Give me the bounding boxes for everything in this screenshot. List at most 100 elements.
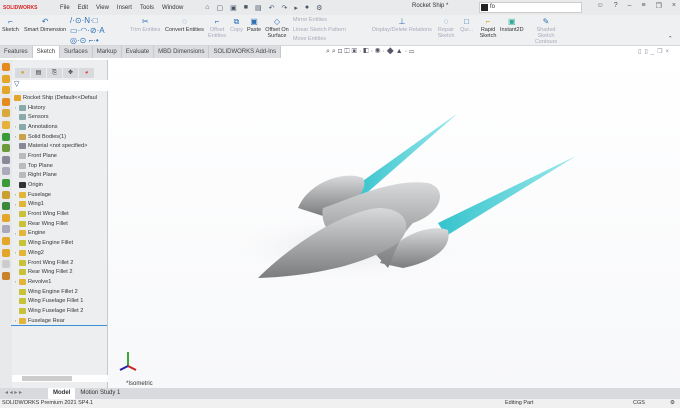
feature-icon[interactable] [2, 202, 10, 211]
graphics-area[interactable]: *Isometric [108, 58, 680, 388]
feature-icon[interactable] [2, 213, 10, 222]
paste-button[interactable]: ▣ Paste [247, 17, 261, 33]
tree-item[interactable]: Front Plane [12, 151, 108, 161]
help-icon[interactable]: ? [614, 2, 618, 10]
tab-solidworks-add-ins[interactable]: SOLIDWORKS Add-Ins [209, 46, 282, 58]
feature-icon[interactable] [2, 248, 10, 257]
tree-item[interactable]: Wing Fuselage Fillet 2 [12, 306, 108, 316]
tab-features[interactable]: Features [0, 46, 33, 58]
tab-sketch[interactable]: Sketch [32, 46, 61, 58]
tree-item[interactable]: › Wing1 [12, 200, 108, 210]
status-options-icon[interactable]: ⚙ [670, 399, 675, 408]
tree-item[interactable]: › Annotations [12, 122, 108, 132]
menu-file[interactable]: File [60, 5, 70, 11]
expand-icon[interactable]: › [12, 231, 19, 236]
tree-root[interactable]: Rocket Ship (Default<<Defaul [12, 93, 108, 103]
menu-insert[interactable]: Insert [117, 5, 132, 11]
tree-item[interactable]: Sensors [12, 112, 108, 122]
feature-icon[interactable] [2, 271, 10, 280]
offset-on-surface-button[interactable]: ◇ Offset On Surface [264, 17, 290, 39]
tree-item[interactable]: Right Plane [12, 171, 108, 181]
display-delete-relations-button[interactable]: ⊥ Display/Delete Relations [372, 17, 432, 33]
menu-edit[interactable]: Edit [78, 5, 88, 11]
search-input[interactable]: fo [479, 2, 582, 13]
user-icon[interactable]: ☺ [597, 2, 604, 10]
minimize-icon[interactable]: – [628, 2, 632, 10]
feature-icon[interactable] [2, 190, 10, 199]
instant2d-button[interactable]: ▣ Instant2D [500, 17, 524, 33]
slot-icon[interactable]: ◎·⊙ ⌐·• [70, 36, 99, 45]
expand-icon[interactable]: › [12, 202, 19, 207]
tree-item[interactable]: › Fuselage [12, 190, 108, 200]
feature-manager-tab[interactable]: ● [15, 68, 30, 78]
expand-icon[interactable]: › [12, 134, 19, 139]
rectangle-icon[interactable]: ▭·◠·⊘·A [70, 26, 105, 35]
menu-window[interactable]: Window [162, 5, 183, 11]
feature-icon[interactable] [2, 155, 10, 164]
expand-icon[interactable]: › [12, 318, 19, 323]
units-selector[interactable]: CGS [633, 399, 645, 408]
convert-entities-button[interactable]: ◌ Convert Entities [165, 17, 204, 33]
save-icon[interactable]: ■ [244, 4, 248, 12]
smart-dimension-button[interactable]: ↶ Smart Dimension [24, 17, 66, 33]
tree-item[interactable]: Rear Wing Fillet 2 [12, 267, 108, 277]
expand-icon[interactable]: › [12, 192, 19, 197]
sketch-entities-group[interactable]: /·⊙·N·□ ▭·◠·⊘·A ◎·⊙ ⌐·• [70, 16, 105, 46]
tree-item[interactable]: Wing Engine Fillet [12, 238, 108, 248]
tree-item[interactable]: Front Wing Fillet 2 [12, 258, 108, 268]
tab-surfaces[interactable]: Surfaces [60, 46, 93, 58]
expand-icon[interactable]: › [12, 279, 19, 284]
rapid-sketch-button[interactable]: ⌐ Rapid Sketch [479, 17, 497, 39]
tab-mbd-dimensions[interactable]: MBD Dimensions [154, 46, 210, 58]
filter-icon[interactable]: ▽ [12, 80, 108, 91]
tab-navigation-arrows[interactable]: ◂ ◂ ▸ ▸ [0, 388, 48, 399]
open-icon[interactable]: ▣ [230, 4, 237, 12]
tree-item[interactable]: › Wing2 [12, 248, 108, 258]
expand-icon[interactable]: › [12, 250, 19, 255]
sketch-button[interactable]: ⌐ Sketch [2, 17, 19, 33]
configuration-manager-tab[interactable]: ⎘ [47, 68, 62, 78]
menu-tools[interactable]: Tools [140, 5, 154, 11]
tree-item[interactable]: › Revolve1 [12, 277, 108, 287]
dimxpert-tab[interactable]: ✥ [63, 68, 78, 78]
menu-view[interactable]: View [96, 5, 109, 11]
feature-icon[interactable] [2, 144, 10, 153]
feature-icon[interactable] [2, 167, 10, 176]
tree-item[interactable]: › History [12, 103, 108, 113]
quick-snaps-button[interactable]: □ Qui... [460, 17, 473, 33]
tree-item[interactable]: Wing Fuselage Fillet 1 [12, 296, 108, 306]
options-icon[interactable]: ⚙ [316, 4, 322, 12]
mirror-entities-button[interactable]: Mirror Entities [293, 17, 327, 23]
move-entities-button[interactable]: Move Entities [293, 36, 326, 42]
print-icon[interactable]: ▤ [255, 4, 262, 12]
tree-item[interactable]: Wing Engine Fillet 2 [12, 287, 108, 297]
viewport-window-controls[interactable]: ▯▯_❐× [638, 48, 672, 55]
collapse-ribbon-icon[interactable]: ⌃ [668, 36, 673, 42]
tab-markup[interactable]: Markup [92, 46, 122, 58]
property-manager-tab[interactable]: ▤ [31, 68, 46, 78]
trim-entities-button[interactable]: ✂ Trim Entities [130, 17, 160, 33]
tree-item[interactable]: › Engine [12, 229, 108, 239]
close-icon[interactable]: × [672, 2, 676, 10]
tree-item[interactable]: Front Wing Fillet [12, 209, 108, 219]
offset-entities-button[interactable]: ⌐ Offset Entities [208, 17, 226, 39]
copy-button[interactable]: ⧉ Copy [230, 17, 243, 33]
tree-item[interactable]: Top Plane [12, 161, 108, 171]
feature-icon[interactable] [2, 178, 10, 187]
rollback-bar[interactable] [11, 325, 107, 326]
feature-icon[interactable] [2, 132, 10, 141]
tab-model[interactable]: Model [48, 388, 76, 399]
repair-sketch-button[interactable]: ◌ Repair Sketch [437, 17, 455, 39]
feature-icon[interactable] [2, 74, 10, 83]
tab-motion-study-1[interactable]: Motion Study 1 [75, 388, 125, 399]
restore-icon[interactable]: ❐ [656, 2, 662, 10]
expand-icon[interactable]: › [12, 124, 19, 129]
line-icon[interactable]: /·⊙·N·□ [70, 16, 98, 25]
feature-icon[interactable] [2, 97, 10, 106]
linear-sketch-pattern-button[interactable]: Linear Sketch Pattern [293, 27, 346, 33]
feature-icon[interactable] [2, 260, 10, 269]
tree-item[interactable]: Rear Wing Fillet [12, 219, 108, 229]
tree-item[interactable]: Material <not specified> [12, 141, 108, 151]
tree-item[interactable]: › Solid Bodies(1) [12, 132, 108, 142]
feature-icon[interactable] [2, 236, 10, 245]
